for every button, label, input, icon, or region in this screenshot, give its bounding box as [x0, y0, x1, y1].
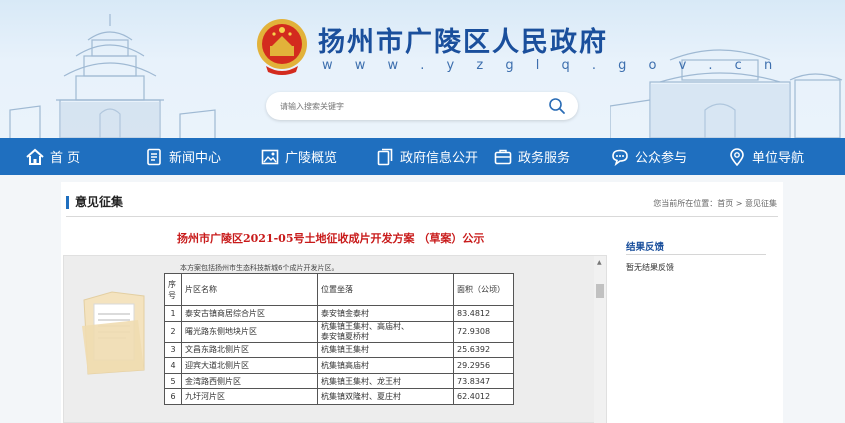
- site-title: 扬州市广陵区人民政府: [318, 27, 608, 58]
- table-row: 4 迎宾大道北侧片区 杭集镇高庙村 29.2956: [164, 357, 514, 374]
- viewer-scrollbar[interactable]: ▲: [594, 256, 606, 423]
- cell-name: 迎宾大道北侧片区: [181, 357, 318, 374]
- header-area: 面积（公顷）: [453, 273, 514, 306]
- cell-no: 5: [164, 372, 182, 390]
- cell-no: 2: [164, 320, 182, 343]
- search-input[interactable]: [280, 98, 540, 114]
- plots-table: 序号 片区名称 位置坐落 面积（公顷） 1 泰安古镇商居综合片区 泰安镇金泰村 …: [164, 273, 514, 405]
- nav-news[interactable]: 新闻中心: [145, 138, 221, 175]
- document-intro: 本方案包括扬州市生态科技新城6个成片开发片区。: [180, 264, 339, 272]
- city-gate-illustration: [610, 49, 843, 138]
- nav-label: 新闻中心: [169, 151, 222, 166]
- content-panel: 意见征集 您当前所在位置：首页 > 意见征集 扬州市广陵区2021-05号土地征…: [61, 182, 783, 423]
- nav-overview[interactable]: 广陵概览: [261, 138, 337, 175]
- national-emblem-logo: [257, 19, 307, 75]
- header-no: 序号: [164, 273, 182, 306]
- document-viewer[interactable]: 本方案包括扬州市生态科技新城6个成片开发片区。 序号 片区名称 位置坐落 面积（…: [63, 255, 607, 423]
- nav-label: 单位导航: [752, 151, 805, 166]
- cell-name: 文昌东路北侧片区: [181, 341, 318, 359]
- briefcase-icon: [494, 149, 512, 164]
- cell-location: 杭集镇王集村: [317, 341, 454, 359]
- cell-location-line: 杭集镇王集村、高庙村、: [321, 321, 409, 331]
- nav-participation[interactable]: 公众参与: [611, 138, 687, 175]
- cell-area: 25.6392: [453, 341, 514, 359]
- file-icon: [377, 148, 393, 165]
- nav-label: 广陵概览: [285, 151, 338, 166]
- table-row: 5 金湾路西侧片区 杭集镇王集村、龙王村 73.8347: [164, 372, 514, 390]
- table-row: 1 泰安古镇商居综合片区 泰安镇金泰村 83.4812: [164, 305, 514, 322]
- table-row: 2 曙光路东侧地块片区 杭集镇王集村、高庙村、 泰安镇夏桥村 72.9308: [164, 320, 514, 343]
- nav-home[interactable]: 首 页: [26, 138, 80, 175]
- nav-services[interactable]: 政务服务: [494, 138, 570, 175]
- cell-location: 泰安镇金泰村: [317, 305, 454, 322]
- site-header: 扬州市广陵区人民政府 w w w . y z g l q . g o v . c…: [0, 0, 845, 138]
- nav-gov-info[interactable]: 政府信息公开: [376, 138, 478, 175]
- nav-label: 首 页: [50, 151, 81, 166]
- image-icon: [261, 149, 279, 164]
- scroll-up-arrow-icon[interactable]: ▲: [597, 259, 602, 266]
- breadcrumb[interactable]: 您当前所在位置：首页 > 意见征集: [653, 198, 777, 209]
- cell-area: 62.4012: [453, 388, 514, 405]
- cell-no: 6: [164, 388, 182, 405]
- sidebar-title: 结果反馈: [626, 242, 665, 253]
- main-nav: 首 页 新闻中心 广陵概览 政府信息公开 政务服务 公众参与 单位导航: [0, 138, 845, 175]
- table-row: 6 九圩河片区 杭集镇双隆村、夏庄村 62.4012: [164, 388, 514, 405]
- cell-no: 3: [164, 341, 182, 359]
- document-icon: [147, 148, 161, 165]
- cell-location: 杭集镇王集村、高庙村、 泰安镇夏桥村: [317, 320, 454, 343]
- folder-icon: [82, 291, 145, 375]
- cell-no: 4: [164, 357, 182, 374]
- header-location: 位置坐落: [317, 273, 454, 306]
- header-name: 片区名称: [181, 273, 318, 306]
- sidebar-feedback-link[interactable]: 暂无结果反馈: [626, 262, 674, 273]
- site-url: w w w . y z g l q . g o v . c n: [322, 58, 782, 73]
- cell-area: 29.2956: [453, 357, 514, 374]
- cell-name: 曙光路东侧地块片区: [181, 320, 318, 343]
- cell-name: 泰安古镇商居综合片区: [181, 305, 318, 322]
- cell-location-line: 泰安镇夏桥村: [321, 331, 369, 341]
- pavilion-illustration: [9, 14, 216, 138]
- sidebar-divider: [626, 254, 766, 255]
- cell-no: 1: [164, 305, 182, 322]
- cell-name: 金湾路西侧片区: [181, 372, 318, 390]
- cell-location: 杭集镇高庙村: [317, 357, 454, 374]
- section-divider: [66, 216, 778, 217]
- search-icon[interactable]: [548, 97, 566, 115]
- cell-location: 杭集镇双隆村、夏庄村: [317, 388, 454, 405]
- section-title: 意见征集: [66, 196, 123, 209]
- cell-name: 九圩河片区: [181, 388, 318, 405]
- nav-label: 政府信息公开: [400, 151, 479, 166]
- nav-label: 公众参与: [635, 151, 688, 166]
- cell-area: 73.8347: [453, 372, 514, 390]
- home-icon: [26, 148, 44, 165]
- cell-area: 83.4812: [453, 305, 514, 322]
- scroll-thumb[interactable]: [596, 284, 604, 298]
- nav-label: 政务服务: [518, 151, 571, 166]
- search-box: [266, 92, 578, 120]
- nav-directory[interactable]: 单位导航: [728, 138, 804, 175]
- table-header-row: 序号 片区名称 位置坐落 面积（公顷）: [164, 273, 514, 306]
- cell-location: 杭集镇王集村、龙王村: [317, 372, 454, 390]
- document-title: 扬州市广陵区2021-05号土地征收成片开发方案 （草案）公示: [177, 232, 485, 245]
- chat-icon: [612, 149, 628, 166]
- cell-area: 72.9308: [453, 320, 514, 343]
- table-row: 3 文昌东路北侧片区 杭集镇王集村 25.6392: [164, 341, 514, 359]
- location-pin-icon: [730, 147, 744, 166]
